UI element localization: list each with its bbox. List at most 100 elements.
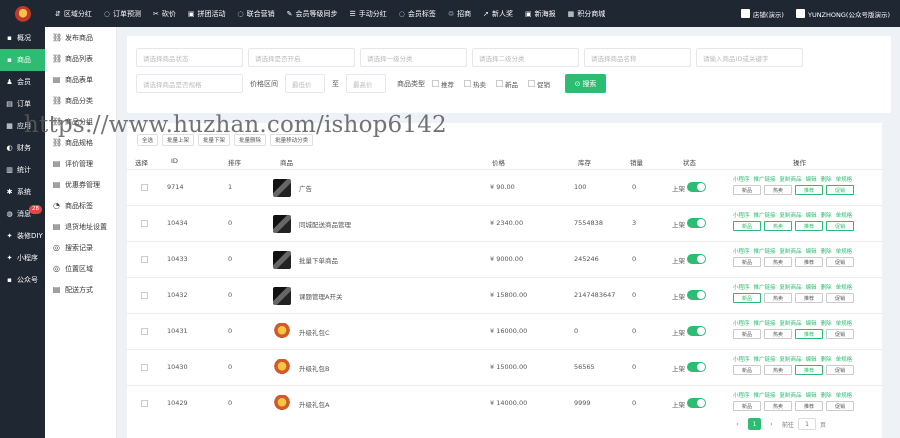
flag-button[interactable]: 热卖 — [764, 221, 792, 231]
flag-button[interactable]: 推荐 — [795, 257, 823, 267]
filter-select[interactable]: 请选择商品状态 — [136, 48, 243, 67]
status-toggle[interactable] — [687, 182, 706, 192]
flag-button[interactable]: 热卖 — [764, 293, 792, 303]
status-toggle[interactable] — [687, 218, 706, 228]
topnav-item[interactable]: ◌ 联合营销 — [237, 9, 274, 19]
status-toggle[interactable] — [687, 326, 706, 336]
row-checkbox[interactable] — [141, 364, 148, 371]
topnav-item[interactable]: ☰ 手动分红 — [349, 9, 386, 19]
op-link[interactable]: 单规格 — [836, 319, 853, 327]
flag-button[interactable]: 促销 — [826, 221, 854, 231]
op-link[interactable]: 单规格 — [836, 391, 853, 399]
sidebar-item[interactable]: ▪ 商品 — [0, 49, 45, 71]
subside-item[interactable]: ▤ 评价管理 — [45, 153, 116, 174]
flag-button[interactable]: 促销 — [826, 185, 854, 195]
topnav-item[interactable]: ➚ 新人奖 — [483, 9, 513, 19]
topnav-item[interactable]: ▣ 拼团活动 — [188, 9, 226, 19]
subside-item[interactable]: ▤ 配送方式 — [45, 279, 116, 300]
flag-button[interactable]: 促销 — [826, 401, 854, 411]
row-checkbox[interactable] — [141, 292, 148, 299]
flag-button[interactable]: 热卖 — [764, 257, 792, 267]
flag-button[interactable]: 热卖 — [764, 401, 792, 411]
status-toggle[interactable] — [687, 290, 706, 300]
status-toggle[interactable] — [687, 362, 706, 372]
subside-item[interactable]: ⛓ 发布商品 — [45, 27, 116, 48]
filter-select[interactable]: 请选择二级分类 — [472, 48, 579, 67]
op-link[interactable]: 推广链接 — [754, 355, 776, 363]
row-checkbox[interactable] — [141, 220, 148, 227]
status-toggle[interactable] — [687, 398, 706, 408]
subside-item[interactable]: ◎ 搜索记录 — [45, 237, 116, 258]
op-link[interactable]: 复制商品 — [780, 283, 802, 291]
subside-item[interactable]: ⛓ 商品分类 — [45, 90, 116, 111]
op-link[interactable]: 小程序 — [733, 319, 750, 327]
subside-item[interactable]: ◔ 商品标签 — [45, 195, 116, 216]
cell-name[interactable]: 批量下单商品 — [299, 255, 338, 265]
op-link[interactable]: 推广链接 — [754, 247, 776, 255]
cell-name[interactable]: 升级礼包A — [299, 399, 329, 409]
flag-button[interactable]: 新品 — [733, 293, 761, 303]
flag-button[interactable]: 新品 — [733, 221, 761, 231]
op-link[interactable]: 删除 — [821, 175, 832, 183]
op-link[interactable]: 编辑 — [806, 175, 817, 183]
op-link[interactable]: 小程序 — [733, 391, 750, 399]
topnav-item[interactable]: ♲ 招商 — [448, 9, 471, 19]
op-link[interactable]: 推广链接 — [754, 211, 776, 219]
row-checkbox[interactable] — [141, 400, 148, 407]
op-link[interactable]: 复制商品 — [780, 211, 802, 219]
subside-item[interactable]: ▤ 优惠券管理 — [45, 174, 116, 195]
flag-button[interactable]: 推荐 — [795, 365, 823, 375]
attr-checkbox[interactable]: 促销 — [528, 79, 550, 89]
shop-switch[interactable]: 店铺(演示) — [740, 9, 784, 19]
topnav-item[interactable]: ▣ 新海报 — [525, 9, 556, 19]
filter-select[interactable]: 请选择是否开启 — [248, 48, 355, 67]
op-link[interactable]: 复制商品 — [780, 175, 802, 183]
op-link[interactable]: 删除 — [821, 391, 832, 399]
sidebar-item[interactable]: ▪ 概况 — [0, 27, 45, 49]
op-link[interactable]: 编辑 — [806, 283, 817, 291]
flag-button[interactable]: 促销 — [826, 365, 854, 375]
flag-button[interactable]: 推荐 — [795, 293, 823, 303]
op-link[interactable]: 小程序 — [733, 211, 750, 219]
op-link[interactable]: 编辑 — [806, 319, 817, 327]
logo[interactable] — [0, 0, 45, 27]
flag-button[interactable]: 热卖 — [764, 185, 792, 195]
topnav-item[interactable]: ◌ 订单预测 — [104, 9, 141, 19]
flag-button[interactable]: 新品 — [733, 257, 761, 267]
filter-select[interactable]: 请输入商品ID或关键字 — [696, 48, 803, 67]
flag-button[interactable]: 新品 — [733, 401, 761, 411]
topnav-item[interactable]: ⇵ 区域分红 — [55, 9, 92, 19]
row-checkbox[interactable] — [141, 328, 148, 335]
flag-button[interactable]: 推荐 — [795, 329, 823, 339]
op-link[interactable]: 删除 — [821, 283, 832, 291]
flag-button[interactable]: 推荐 — [795, 401, 823, 411]
attr-checkbox[interactable]: 新品 — [496, 79, 518, 89]
flag-button[interactable]: 新品 — [733, 365, 761, 375]
flag-button[interactable]: 促销 — [826, 257, 854, 267]
op-link[interactable]: 复制商品 — [780, 355, 802, 363]
op-link[interactable]: 编辑 — [806, 391, 817, 399]
attr-checkbox[interactable]: 热卖 — [464, 79, 486, 89]
user-menu[interactable]: YUNZHONG(公众号版演示) — [795, 9, 890, 19]
attr-checkbox[interactable]: 推荐 — [432, 79, 454, 89]
flag-button[interactable]: 热卖 — [764, 365, 792, 375]
op-link[interactable]: 单规格 — [836, 283, 853, 291]
row-checkbox[interactable] — [141, 256, 148, 263]
flag-button[interactable]: 促销 — [826, 293, 854, 303]
price-min-input[interactable]: 最低价 — [285, 74, 325, 93]
op-link[interactable]: 删除 — [821, 247, 832, 255]
subside-item[interactable]: ⛓ 商品列表 — [45, 48, 116, 69]
sidebar-item[interactable]: ◐ 财务 — [0, 137, 45, 159]
sidebar-item[interactable]: ✦ 装修DIY — [0, 225, 45, 247]
op-link[interactable]: 推广链接 — [754, 175, 776, 183]
row-checkbox[interactable] — [141, 184, 148, 191]
op-link[interactable]: 小程序 — [733, 175, 750, 183]
op-link[interactable]: 复制商品 — [780, 391, 802, 399]
op-link[interactable]: 单规格 — [836, 247, 853, 255]
filter-select[interactable]: 请选择一级分类 — [360, 48, 467, 67]
op-link[interactable]: 单规格 — [836, 175, 853, 183]
status-toggle[interactable] — [687, 254, 706, 264]
op-link[interactable]: 复制商品 — [780, 319, 802, 327]
op-link[interactable]: 单规格 — [836, 355, 853, 363]
sidebar-item[interactable]: ♟ 会员 — [0, 71, 45, 93]
